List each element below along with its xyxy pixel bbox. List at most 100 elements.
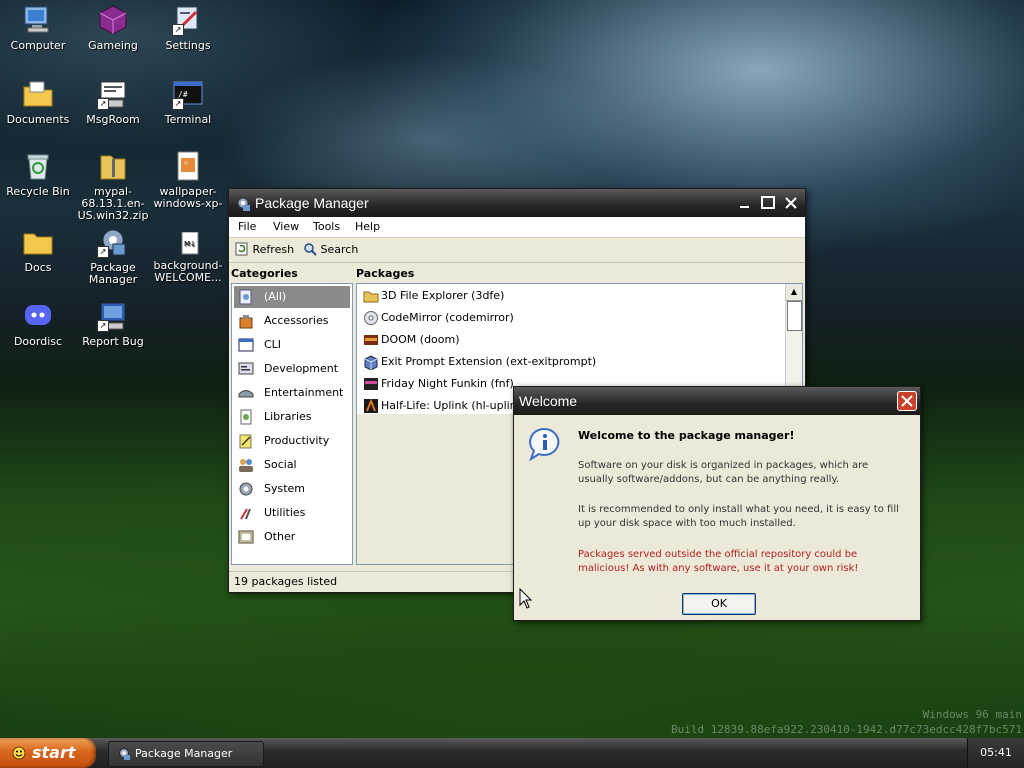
category-social[interactable]: Social	[234, 454, 350, 476]
category-cli[interactable]: CLI	[234, 334, 350, 356]
utilities-icon	[238, 505, 254, 521]
search-button[interactable]: Search	[303, 241, 363, 259]
category-productivity[interactable]: Productivity	[234, 430, 350, 452]
shortcut-arrow-icon: ↗	[172, 98, 184, 110]
dialog-titlebar[interactable]: Welcome	[514, 387, 920, 415]
desktop-icon-package-manager[interactable]: ↗ Package Manager	[76, 226, 150, 286]
desktop-icon-label: Computer	[10, 39, 66, 52]
menu-view[interactable]: View	[273, 220, 299, 233]
dialog-warning: Packages served outside the official rep…	[578, 549, 859, 574]
package-manager-icon	[119, 748, 130, 760]
markdown-file-icon: M↓	[172, 231, 204, 256]
window-title: Package Manager	[255, 195, 369, 211]
taskbar: start Package Manager 05:41	[0, 738, 1024, 768]
desktop-icon-label: Settings	[165, 39, 211, 52]
desktop-icon-label: Package Manager	[88, 261, 138, 286]
ok-button[interactable]: OK	[682, 593, 756, 615]
category-label: Other	[264, 530, 296, 543]
dialog-paragraph-1: Software on your disk is organized in pa…	[578, 460, 869, 485]
close-icon	[785, 197, 797, 209]
taskbar-button-package-manager[interactable]: Package Manager	[108, 741, 264, 767]
category-utilities[interactable]: Utilities	[234, 502, 350, 524]
window-titlebar[interactable]: Package Manager	[229, 189, 805, 217]
box-icon	[363, 354, 379, 371]
category-other[interactable]: Other	[234, 526, 350, 548]
desktop-icon-label: Terminal	[164, 113, 212, 126]
desktop-icon-msgroom[interactable]: ↗ MsgRoom	[76, 78, 150, 126]
recycle-bin-icon	[22, 150, 54, 182]
shortcut-arrow-icon: ↗	[97, 246, 109, 258]
menubar: File View Tools Help	[229, 217, 805, 238]
desktop-icon-gameing[interactable]: Gameing	[76, 4, 150, 52]
category-development[interactable]: Development	[234, 358, 350, 380]
desktop-icon-label: Documents	[6, 113, 70, 126]
libraries-icon	[238, 409, 254, 425]
desktop-icon-label: Doordisc	[13, 335, 63, 348]
desktop-icon-background-file[interactable]: M↓ background-tnf4x2a92... WELCOME...	[151, 231, 225, 284]
desktop-icon-settings[interactable]: ↗ Settings	[151, 4, 225, 52]
search-label: Search	[320, 243, 359, 256]
desktop-icon-terminal[interactable]: /# ↗ Terminal	[151, 78, 225, 126]
zip-folder-icon	[97, 150, 129, 182]
menu-tools[interactable]: Tools	[313, 220, 340, 233]
menu-help[interactable]: Help	[355, 220, 380, 233]
entertainment-icon	[238, 385, 254, 401]
desktop-icon-label: Docs	[24, 261, 52, 274]
refresh-button[interactable]: Refresh	[235, 241, 295, 259]
halflife-icon	[363, 398, 379, 414]
category-system[interactable]: System	[234, 478, 350, 500]
category-label: Entertainment	[264, 386, 344, 399]
scroll-up-button[interactable]: ▲	[786, 284, 802, 301]
doom-icon	[363, 332, 379, 348]
desktop-icon-wallpaper-file[interactable]: wallpaper-windows-xp-gallery-of-31-windo…	[151, 150, 225, 210]
dialog-paragraph-2: It is recommended to only install what y…	[578, 504, 899, 529]
discord-icon	[22, 300, 54, 332]
mouse-cursor-icon	[519, 587, 533, 613]
desktop-icon-label: mypal-68.13.1.en-US.win32.zip	[77, 185, 149, 222]
category-libraries[interactable]: Libraries	[234, 406, 350, 428]
package-label: 3D File Explorer (3dfe)	[381, 289, 505, 302]
status-text: 19 packages listed	[234, 575, 338, 588]
desktop-icon-documents[interactable]: Documents	[1, 78, 75, 126]
toolbar: Refresh Search	[229, 238, 805, 263]
desktop-icon-doordisc[interactable]: Doordisc	[1, 300, 75, 348]
all-icon	[238, 289, 254, 305]
package-label: Half-Life: Uplink (hl-uplink)	[381, 399, 528, 412]
category-accessories[interactable]: Accessories	[234, 310, 350, 332]
system-tray: 05:41	[967, 738, 1024, 768]
desktop-icon-docs[interactable]: Docs	[1, 226, 75, 274]
category-label: (All)	[264, 290, 287, 303]
fnf-icon	[363, 376, 379, 392]
minimize-button[interactable]	[735, 193, 755, 213]
desktop-icon-report-bug[interactable]: ↗ Report Bug	[76, 300, 150, 348]
desktop-icon-mypal-zip[interactable]: mypal-68.13.1.en-US.win32.zip	[76, 150, 150, 222]
build-watermark-line1: Windows 96 main	[922, 708, 1022, 721]
desktop[interactable]: Computer Documents Recycle Bin Docs Door…	[0, 0, 1024, 738]
category-all[interactable]: (All)	[234, 286, 350, 308]
packages-header: Packages	[356, 267, 415, 280]
folder-icon	[22, 226, 54, 258]
close-icon	[901, 395, 913, 407]
desktop-icon-recycle-bin[interactable]: Recycle Bin	[1, 150, 75, 198]
package-manager-icon: ↗	[97, 226, 129, 258]
category-label: System	[264, 482, 306, 495]
start-button[interactable]: start	[0, 738, 96, 768]
scroll-thumb[interactable]	[787, 301, 802, 331]
settings-icon: ↗	[172, 4, 204, 36]
build-watermark-line2: Build 12839.88efa922.230410-1942.d77c73e…	[671, 723, 1022, 736]
refresh-label: Refresh	[252, 243, 295, 256]
category-label: Social	[264, 458, 297, 471]
package-label: Exit Prompt Extension (ext-exitprompt)	[381, 355, 597, 368]
menu-file[interactable]: File	[238, 220, 256, 233]
close-button[interactable]	[781, 193, 801, 213]
categories-list[interactable]: (All) Accessories CLI Development Entert…	[231, 283, 353, 565]
start-label: start	[32, 743, 76, 762]
dialog-close-button[interactable]	[897, 391, 917, 411]
desktop-icon-computer[interactable]: Computer	[1, 4, 75, 52]
report-bug-icon: ↗	[97, 300, 129, 332]
clock[interactable]: 05:41	[980, 746, 1012, 759]
category-entertainment[interactable]: Entertainment	[234, 382, 350, 404]
welcome-dialog[interactable]: Welcome Welcome to the package manager! …	[513, 386, 921, 621]
category-label: Libraries	[264, 410, 312, 423]
maximize-button[interactable]	[758, 193, 778, 213]
